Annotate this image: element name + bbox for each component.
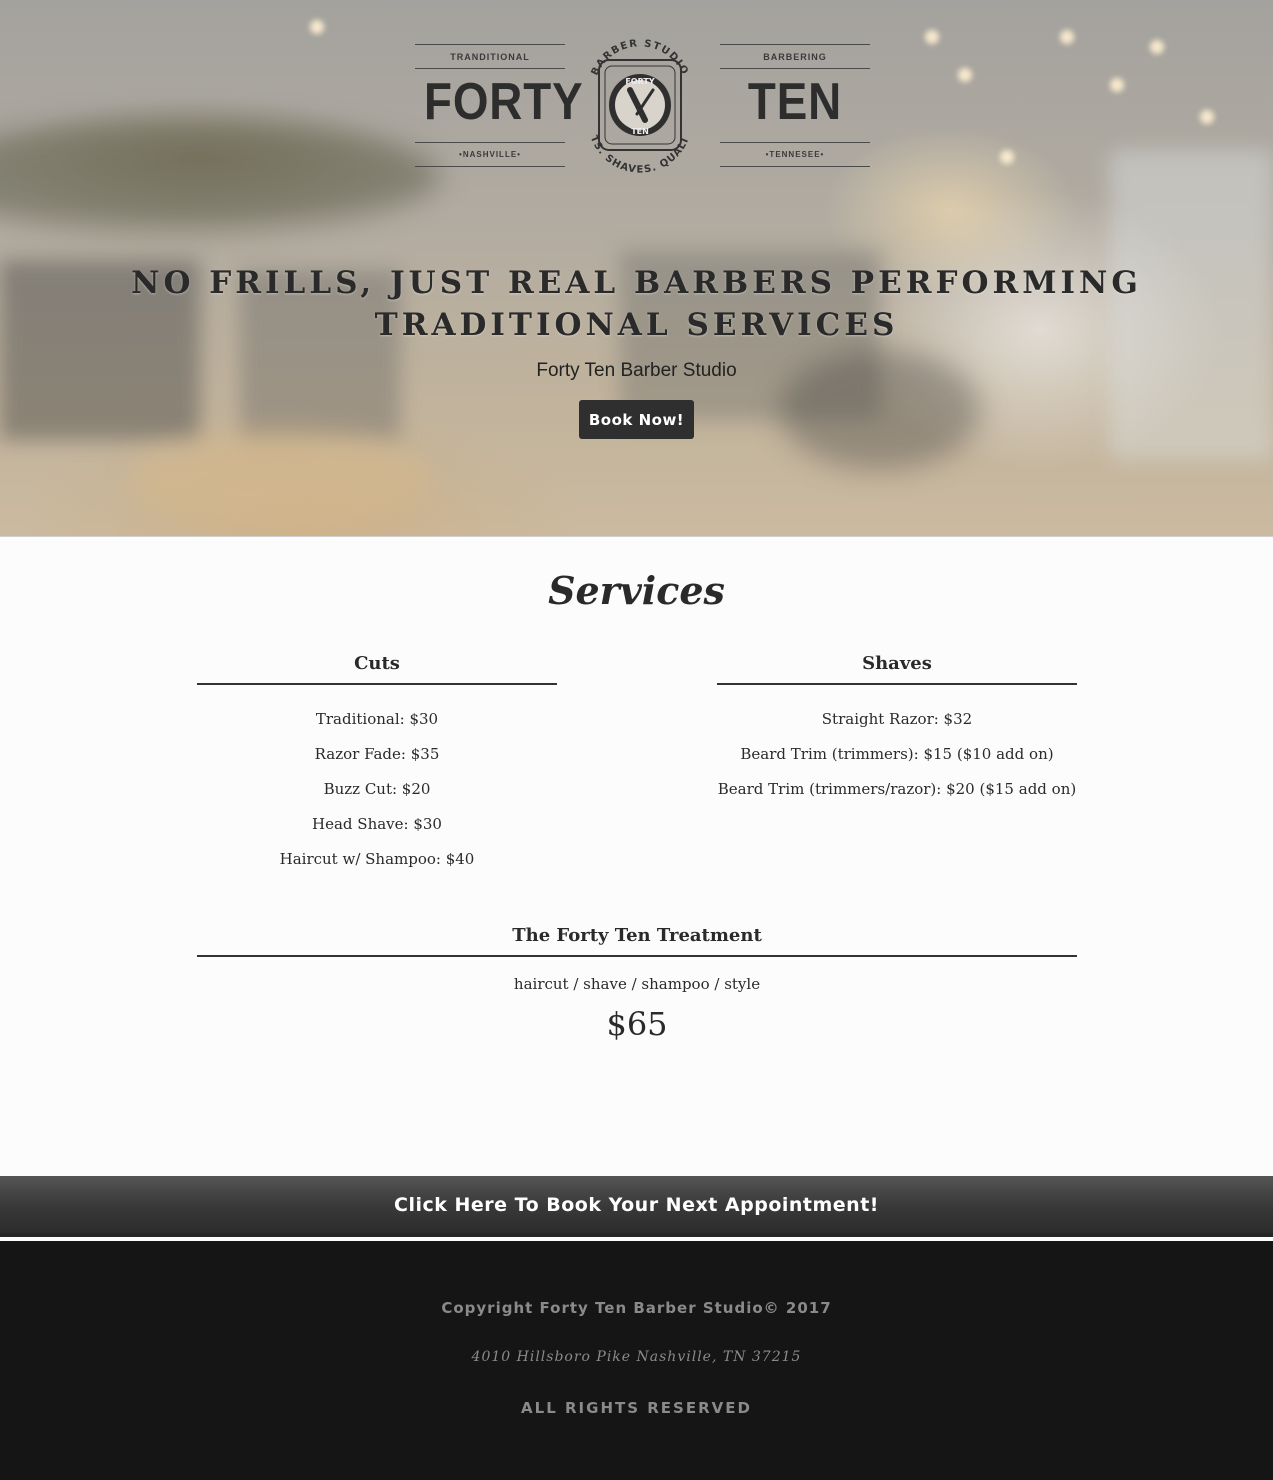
cuts-title: Cuts xyxy=(354,653,400,674)
footer-copyright: Copyright Forty Ten Barber Studio© 2017 xyxy=(441,1299,832,1317)
hero-subhead: Forty Ten Barber Studio xyxy=(536,360,737,381)
treatment-section: The Forty Ten Treatment haircut / shave … xyxy=(197,925,1077,1043)
divider xyxy=(197,955,1077,957)
book-now-button[interactable]: Book Now! xyxy=(579,400,694,439)
light-bokeh xyxy=(958,68,972,82)
logo-left-word: FORTY xyxy=(424,73,584,131)
shaves-title: Shaves xyxy=(862,653,932,674)
shaves-item: Straight Razor: $32 xyxy=(821,710,973,728)
logo-right-panel: BARBERING TEN •TENNESEE• xyxy=(720,44,870,168)
razor-scissors-icon: BARBER STUDIO FORTY TEN CUTS. SHAVES. QU… xyxy=(580,20,690,176)
shaves-column: Shaves Straight Razor: $32 Beard Trim (t… xyxy=(717,653,1077,812)
logo-emblem: BARBER STUDIO FORTY TEN CUTS. SHAVES. QU… xyxy=(580,20,695,188)
background-shade xyxy=(0,120,440,230)
cuts-item: Buzz Cut: $20 xyxy=(323,780,431,798)
cuts-item: Head Shave: $30 xyxy=(312,815,442,833)
cuts-item: Traditional: $30 xyxy=(315,710,439,728)
shaves-item: Beard Trim (trimmers/razor): $20 ($15 ad… xyxy=(717,780,1077,798)
footer: Copyright Forty Ten Barber Studio© 2017 … xyxy=(0,1241,1273,1480)
cuts-column: Cuts Traditional: $30 Razor Fade: $35 Bu… xyxy=(197,653,557,882)
logo-left-panel: TRANDITIONAL FORTY •NASHVILLE• xyxy=(415,44,584,168)
hero-banner: TRANDITIONAL FORTY •NASHVILLE• BARBER ST… xyxy=(0,0,1273,537)
logo-left-city: •NASHVILLE• xyxy=(459,150,521,159)
logo-emblem-bottom: TEN xyxy=(631,127,649,136)
logo-right-state: •TENNESEE• xyxy=(765,150,825,159)
cuts-item: Razor Fade: $35 xyxy=(314,745,440,763)
book-appointment-link[interactable]: Click Here To Book Your Next Appointment… xyxy=(0,1176,1273,1237)
hero-headline-line1: NO FRILLS, JUST REAL BARBERS PERFORMING xyxy=(131,265,1142,301)
light-bokeh xyxy=(310,20,324,34)
services-title: Services xyxy=(548,568,725,613)
shaves-item: Beard Trim (trimmers): $15 ($10 add on) xyxy=(740,745,1054,763)
cuts-item: Haircut w/ Shampoo: $40 xyxy=(279,850,475,868)
background-shade xyxy=(130,430,430,530)
logo-left-tag: TRANDITIONAL xyxy=(450,52,530,62)
treatment-description: haircut / shave / shampoo / style xyxy=(513,975,761,993)
logo-emblem-top: FORTY xyxy=(625,77,655,86)
light-bokeh xyxy=(925,30,939,44)
studio-logo[interactable]: TRANDITIONAL FORTY •NASHVILLE• BARBER ST… xyxy=(405,20,870,188)
treatment-title: The Forty Ten Treatment xyxy=(512,925,762,946)
hero-headline: NO FRILLS, JUST REAL BARBERS PERFORMING … xyxy=(0,262,1273,346)
divider xyxy=(717,683,1077,685)
footer-rights: ALL RIGHTS RESERVED xyxy=(521,1399,752,1417)
light-bokeh xyxy=(1000,150,1014,164)
light-bokeh xyxy=(1060,30,1074,44)
logo-right-tag: BARBERING xyxy=(763,52,827,62)
light-bokeh xyxy=(1200,110,1214,124)
divider xyxy=(197,683,557,685)
treatment-price: $65 xyxy=(606,1005,668,1043)
light-bokeh xyxy=(1110,78,1124,92)
light-bokeh xyxy=(1150,40,1164,54)
footer-address: 4010 Hillsboro Pike Nashville, TN 37215 xyxy=(471,1349,802,1365)
logo-right-word: TEN xyxy=(747,73,843,131)
hero-headline-line2: TRADITIONAL SERVICES xyxy=(374,307,899,343)
